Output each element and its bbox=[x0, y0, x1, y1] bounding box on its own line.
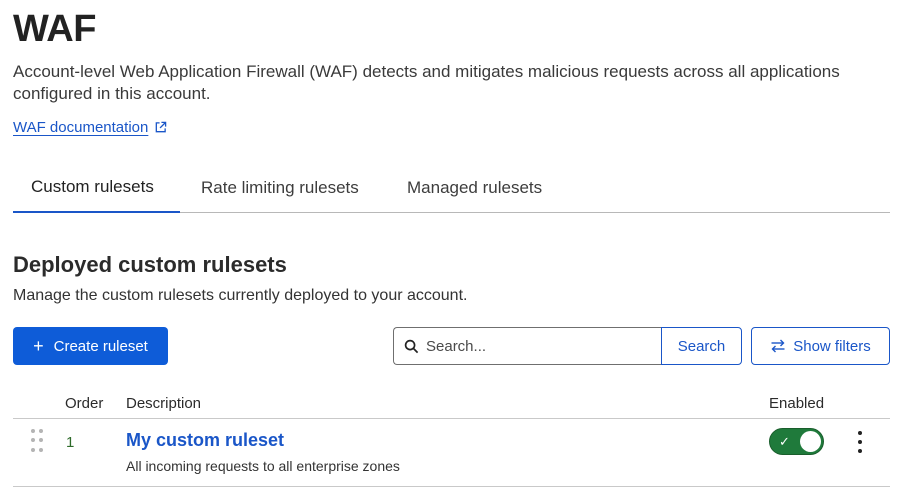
ruleset-tabs: Custom rulesets Rate limiting rulesets M… bbox=[13, 163, 890, 213]
section-title: Deployed custom rulesets bbox=[13, 252, 287, 277]
tab-managed-rulesets[interactable]: Managed rulesets bbox=[407, 163, 542, 213]
search-icon bbox=[404, 339, 419, 353]
column-description: Description bbox=[126, 395, 202, 412]
table-header: Order Description Enabled bbox=[13, 389, 890, 419]
column-enabled: Enabled bbox=[769, 395, 825, 412]
tab-custom-rulesets[interactable]: Custom rulesets bbox=[13, 163, 180, 213]
create-ruleset-label: Create ruleset bbox=[53, 337, 148, 355]
ruleset-detail: All incoming requests to all enterprise … bbox=[126, 458, 400, 474]
search-box bbox=[393, 327, 661, 365]
search-group: Search bbox=[393, 327, 742, 365]
ruleset-name-link[interactable]: My custom ruleset bbox=[126, 430, 284, 451]
swap-arrows-icon bbox=[771, 339, 785, 353]
search-input[interactable] bbox=[426, 337, 646, 355]
tab-rate-limiting-rulesets[interactable]: Rate limiting rulesets bbox=[180, 163, 407, 213]
show-filters-button[interactable]: Show filters bbox=[751, 327, 890, 365]
show-filters-label: Show filters bbox=[793, 337, 871, 355]
toggle-knob bbox=[800, 431, 821, 452]
page-description: Account-level Web Application Firewall (… bbox=[13, 62, 840, 103]
check-icon: ✓ bbox=[779, 434, 790, 449]
waf-documentation-link[interactable]: WAF documentation bbox=[13, 119, 167, 136]
plus-icon: + bbox=[33, 336, 44, 356]
external-link-icon bbox=[156, 121, 167, 133]
table-row: 1 My custom ruleset All incoming request… bbox=[13, 419, 890, 487]
more-options-icon[interactable] bbox=[852, 431, 868, 453]
row-order: 1 bbox=[66, 434, 75, 451]
column-order: Order bbox=[65, 395, 104, 412]
page-title: WAF bbox=[13, 8, 96, 50]
doc-link-label: WAF documentation bbox=[13, 119, 149, 136]
search-button[interactable]: Search bbox=[661, 327, 742, 365]
drag-handle-icon[interactable] bbox=[31, 429, 43, 453]
section-description: Manage the custom rulesets currently dep… bbox=[13, 287, 468, 304]
create-ruleset-button[interactable]: + Create ruleset bbox=[13, 327, 168, 365]
enabled-toggle[interactable]: ✓ bbox=[769, 428, 824, 455]
